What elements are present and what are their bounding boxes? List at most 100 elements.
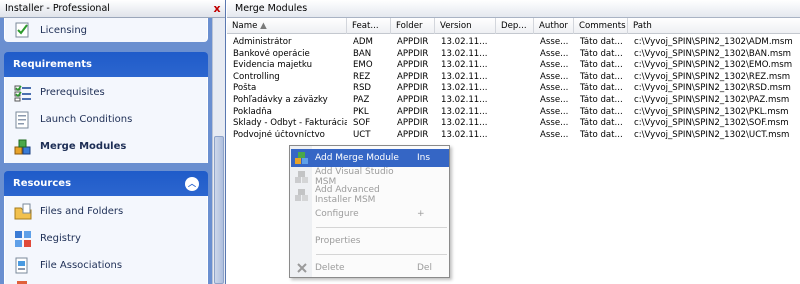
cell-feature: BAN [353, 48, 372, 59]
cell-folder: APPDIR [397, 60, 429, 71]
table-row[interactable]: Controlling REZ APPDIR 13.02.11... Asse... Tá… [227, 72, 800, 84]
cell-name: Pošta [233, 83, 257, 94]
table-row[interactable]: Podvojné účtovníctvo UCT APPDIR 13.02.11...… [227, 130, 800, 142]
cell-dependencies [496, 60, 534, 72]
table-row[interactable]: Pokladňa PKL APPDIR 13.02.11... Asse... Táto … [227, 107, 800, 119]
pane-title: Merge Modules [227, 0, 800, 18]
cell-path: c:\Vyvoj_SPIN\SPIN2_1302\PKL.msm [634, 106, 789, 117]
cell-author: Asse... [540, 48, 569, 59]
cell-dependencies [496, 37, 534, 49]
sidebar-item-label: Registry [40, 233, 81, 244]
column-header-author[interactable]: Author [534, 18, 574, 34]
cell-dependencies [496, 107, 534, 119]
cell-comments: Táto dat... [580, 37, 623, 47]
ai-msm-icon [291, 186, 313, 204]
sidebar-item-licensing[interactable]: Licensing [5, 18, 207, 42]
group-requirements-header[interactable]: Requirements [4, 52, 208, 77]
table-row[interactable]: Administrátor ADM APPDIR 13.02.11... Asse...… [227, 37, 800, 49]
left-pane: Installer - Professional x Licensing Req… [0, 0, 226, 284]
table-row[interactable]: Pošta RSD APPDIR 13.02.11... Asse... Táto dat… [227, 83, 800, 95]
table-row[interactable]: Pohľadávky a záväzky PAZ APPDIR 13.02.11...… [227, 95, 800, 107]
table-row[interactable]: Bankové operácie BAN APPDIR 13.02.11... Asse… [227, 49, 800, 61]
cell-author: Asse... [540, 129, 569, 140]
merge-modules-icon [14, 138, 32, 156]
cell-version: 13.02.11... [441, 83, 488, 94]
cell-author: Asse... [540, 37, 569, 47]
sidebar-item-files-and-folders[interactable]: Files and Folders [5, 198, 207, 225]
scrollbar-thumb[interactable] [214, 136, 224, 284]
cell-comments: Táto dat... [580, 106, 623, 117]
menu-item-label: Delete [315, 263, 345, 273]
table-row[interactable]: Evidencia majetku EMO APPDIR 13.02.11... Ass… [227, 60, 800, 72]
cell-comments: Táto dat... [580, 129, 623, 140]
cell-name: Administrátor [233, 37, 292, 47]
menu-item-properties[interactable]: Properties [291, 232, 449, 250]
sidebar-item-file-associations[interactable]: File Associations [5, 252, 207, 279]
menu-item-label: Configure [315, 209, 359, 219]
column-header-path[interactable]: Path [628, 18, 800, 34]
sort-ascending-icon: ▲ [260, 21, 267, 31]
collapse-chevron-icon[interactable]: ︿ [185, 176, 199, 191]
cell-comments: Táto dat... [580, 60, 623, 71]
cell-path: c:\Vyvoj_SPIN\SPIN2_1302\ADM.msm [634, 37, 793, 47]
sidebar-item-prerequisites[interactable]: Prerequisites [5, 79, 207, 106]
cell-dependencies [496, 49, 534, 61]
cell-folder: APPDIR [397, 83, 429, 94]
cell-name: Sklady - Odbyt - Fakturácia [233, 118, 347, 129]
vs-msm-icon [291, 168, 313, 186]
cell-path: c:\Vyvoj_SPIN\SPIN2_1302\SOF.msm [634, 118, 789, 129]
column-header-comments[interactable]: Comments [574, 18, 628, 34]
sidebar-item-partial[interactable] [5, 279, 207, 284]
menu-item-configure[interactable]: Configure + [291, 205, 449, 223]
launch-conditions-icon [14, 111, 32, 129]
sidebar-scrollbar[interactable] [212, 18, 225, 284]
cell-feature: REZ [353, 71, 371, 82]
column-header-folder[interactable]: Folder [391, 18, 435, 34]
table-row[interactable]: Sklady - Odbyt - Fakturácia SOF APPDIR 13.0… [227, 118, 800, 130]
column-label: Name [232, 21, 258, 31]
close-icon[interactable]: x [209, 2, 225, 15]
cell-feature: UCT [353, 129, 371, 140]
menu-item-label: Add Visual Studio MSM [315, 167, 394, 187]
column-header-name[interactable]: Name ▲ [227, 18, 347, 34]
cell-version: 13.02.11... [441, 106, 488, 117]
cell-author: Asse... [540, 118, 569, 129]
group-resources-header[interactable]: Resources ︿ [4, 171, 208, 196]
files-and-folders-icon [14, 203, 32, 221]
cell-name: Controlling [233, 71, 280, 82]
prerequisites-icon [14, 84, 32, 102]
merge-modules-list: Administrátor ADM APPDIR 13.02.11... Asse...… [227, 34, 800, 141]
menu-item-add-advanced-installer-msm[interactable]: Add Advanced Installer MSM [291, 185, 449, 205]
menu-item-add-merge-module[interactable]: Add Merge Module Ins [291, 149, 449, 167]
cell-comments: Táto dat... [580, 118, 623, 129]
column-header-dependencies[interactable]: Dep... [496, 18, 534, 34]
cell-feature: EMO [353, 60, 373, 71]
cell-comments: Táto dat... [580, 94, 623, 105]
sidebar-item-registry[interactable]: Registry [5, 225, 207, 252]
cell-dependencies [496, 95, 534, 107]
context-menu: Add Merge Module Ins Add Visual Studio M… [289, 145, 450, 278]
merge-module-icon [291, 149, 313, 167]
menu-item-delete[interactable]: Delete Del [291, 259, 449, 277]
menu-item-shortcut: Del [417, 263, 432, 273]
menu-item-add-visual-studio-msm[interactable]: Add Visual Studio MSM [291, 167, 449, 187]
cell-author: Asse... [540, 83, 569, 94]
list-header: Name ▲ Feat... Folder Version Dep... Aut… [227, 18, 800, 34]
cell-name: Pohľadávky a záväzky [233, 94, 328, 105]
sidebar: Licensing Requirements Prerequisites Lau… [4, 18, 208, 284]
sidebar-item-merge-modules[interactable]: Merge Modules [5, 133, 207, 160]
column-header-feature[interactable]: Feat... [347, 18, 391, 34]
cell-version: 13.02.11... [441, 94, 488, 105]
menu-separator [316, 254, 447, 255]
cell-comments: Táto dat... [580, 48, 623, 59]
sidebar-item-launch-conditions[interactable]: Launch Conditions [5, 106, 207, 133]
column-header-version[interactable]: Version [435, 18, 496, 34]
cell-folder: APPDIR [397, 118, 429, 129]
cell-version: 13.02.11... [441, 37, 488, 47]
cell-folder: APPDIR [397, 48, 429, 59]
cell-version: 13.02.11... [441, 71, 488, 82]
group-resources-items: Files and Folders Registry File Associat… [4, 196, 208, 284]
group-requirements-items: Prerequisites Launch Conditions Merge Mo… [4, 77, 208, 163]
cell-author: Asse... [540, 60, 569, 71]
cell-dependencies [496, 72, 534, 84]
